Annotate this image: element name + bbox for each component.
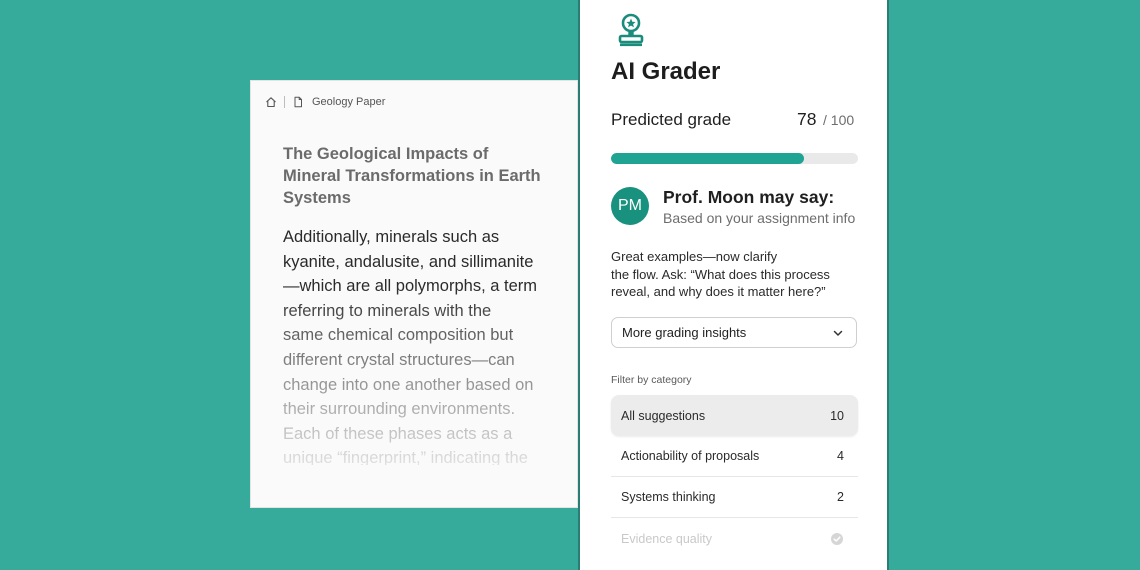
document-body-line: Each of these phases acts as a: [283, 424, 513, 443]
document-body-line: different crystal structures—can: [283, 350, 515, 369]
filter-category-label: Filter by category: [611, 374, 692, 386]
category-count: 4: [837, 449, 844, 463]
category-list: All suggestions 10 Actionability of prop…: [611, 395, 858, 559]
document-title: The Geological Impacts of Mineral Transf…: [283, 143, 558, 209]
document-title-line: The Geological Impacts of: [283, 145, 489, 163]
category-item-all-suggestions[interactable]: All suggestions 10: [611, 395, 858, 436]
feedback-text: Great examples—now clarify the flow. Ask…: [611, 248, 871, 301]
document-body-line: kyanite, andalusite, and sillimanite: [283, 252, 534, 271]
document-card: Geology Paper The Geological Impacts of …: [250, 80, 578, 508]
document-body[interactable]: Additionally, minerals such as kyanite, …: [283, 225, 563, 467]
feedback-line: reveal, and why does it matter here?”: [611, 284, 826, 299]
document-body-line: unique “fingerprint,” indicating the: [283, 449, 528, 468]
document-body-line: same chemical composition but: [283, 326, 514, 345]
category-label: Evidence quality: [621, 531, 713, 546]
document-title-line: Mineral Transformations in Earth: [283, 167, 541, 185]
category-label: All suggestions: [621, 408, 706, 423]
feedback-line: Great examples—now clarify: [611, 249, 778, 264]
predicted-grade-max: / 100: [823, 112, 855, 128]
app-title: AI Grader: [611, 58, 721, 85]
category-item-actionability[interactable]: Actionability of proposals 4: [611, 436, 858, 477]
dropdown-label: More grading insights: [622, 325, 747, 340]
document-body-line: Additionally, minerals such as: [283, 228, 500, 246]
reviewer-heading: Prof. Moon may say:: [663, 187, 835, 207]
breadcrumb-document-link[interactable]: Geology Paper: [312, 96, 385, 108]
breadcrumb: Geology Paper: [265, 94, 385, 110]
ai-grader-panel: AI Grader Predicted grade 78 / 100 PM Pr…: [578, 0, 889, 570]
document-title-line: Systems: [283, 189, 351, 207]
category-count: 10: [830, 408, 844, 423]
chevron-down-icon: [832, 327, 844, 339]
file-icon: [292, 96, 304, 108]
document-body-line: change into one another based on: [283, 375, 534, 394]
predicted-grade-label: Predicted grade: [611, 110, 732, 129]
category-label: Systems thinking: [621, 490, 716, 504]
check-circle-icon: [830, 532, 844, 546]
stamp-icon: [616, 13, 646, 47]
reviewer-subtitle: Based on your assignment info: [663, 210, 856, 226]
home-icon[interactable]: [265, 96, 277, 108]
category-count: 2: [837, 490, 844, 504]
document-body-line: —which are all polymorphs, a term: [283, 277, 538, 296]
grading-insights-dropdown[interactable]: More grading insights: [611, 317, 857, 348]
category-item-evidence-quality[interactable]: Evidence quality: [611, 518, 858, 559]
category-label: Actionability of proposals: [621, 449, 760, 463]
grade-progress-fill: [611, 153, 804, 164]
document-body-line: referring to minerals with the: [283, 301, 492, 320]
category-item-systems-thinking[interactable]: Systems thinking 2: [611, 477, 858, 518]
breadcrumb-divider: [284, 96, 285, 108]
feedback-line: the flow. Ask: “What does this process: [611, 266, 830, 282]
document-body-line: their surrounding environments.: [283, 400, 516, 419]
grade-progress-bar: [611, 153, 858, 164]
predicted-grade-value: 78: [797, 109, 817, 129]
avatar: PM: [611, 187, 649, 225]
